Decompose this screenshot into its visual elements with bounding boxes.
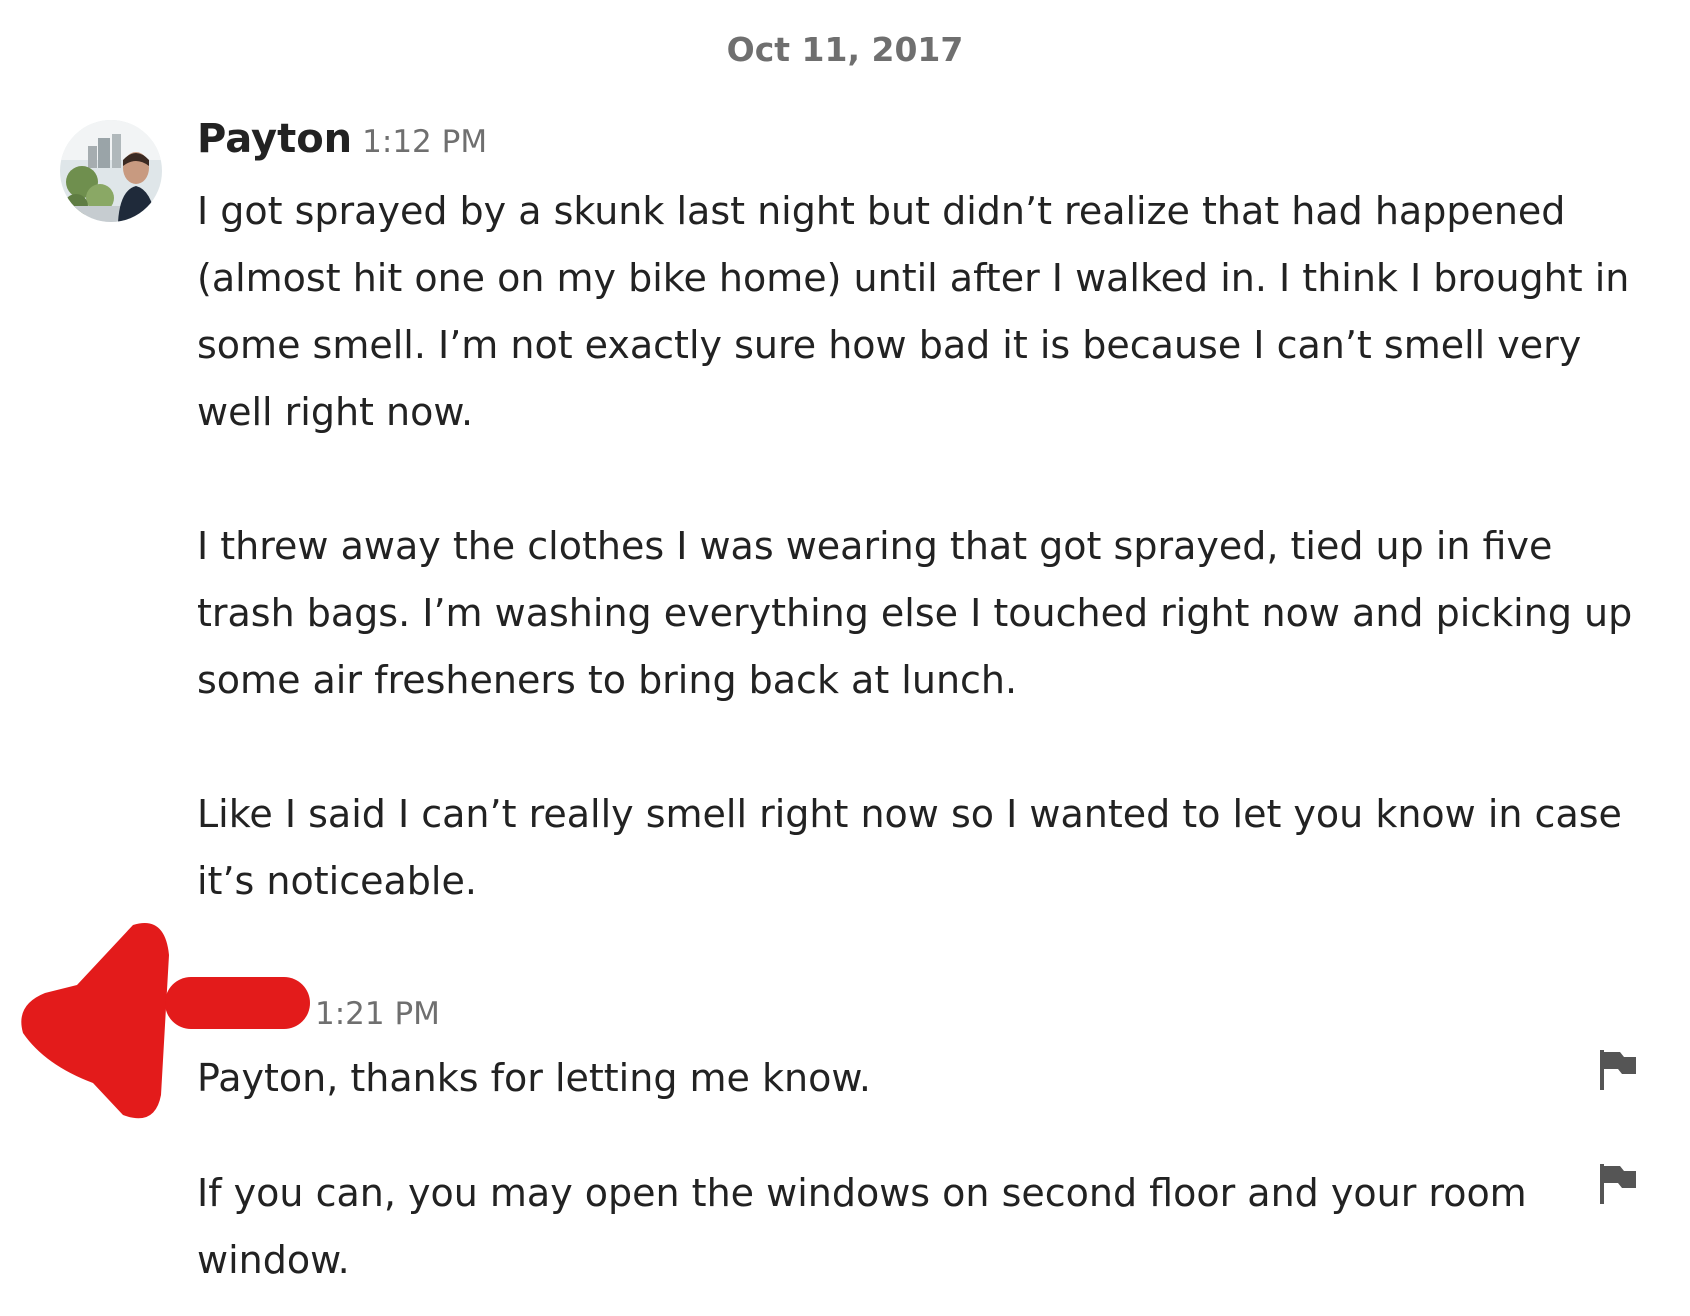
message-header: Payton 1:12 PM <box>197 116 487 162</box>
avatar-photo-icon <box>60 120 162 222</box>
flag-icon[interactable] <box>1598 1048 1638 1092</box>
message-header: 1:21 PM <box>305 988 440 1034</box>
redaction-marker <box>21 923 310 1119</box>
message-body: I got sprayed by a skunk last night but … <box>197 178 1647 915</box>
message-paragraph: Like I said I can’t really smell right n… <box>197 792 1622 903</box>
message-timestamp: 1:12 PM <box>362 124 488 160</box>
sender-name[interactable]: Payton <box>197 116 352 162</box>
date-divider: Oct 11, 2017 <box>726 30 964 69</box>
message-paragraph: I got sprayed by a skunk last night but … <box>197 189 1630 434</box>
message-paragraph: Payton, thanks for letting me know. <box>197 1056 871 1100</box>
message-paragraph: If you can, you may open the windows on … <box>197 1171 1527 1282</box>
avatar[interactable] <box>60 120 162 222</box>
flag-icon[interactable] <box>1598 1162 1638 1206</box>
message-timestamp: 1:21 PM <box>315 996 440 1032</box>
message-paragraph: I threw away the clothes I was wearing t… <box>197 524 1633 702</box>
